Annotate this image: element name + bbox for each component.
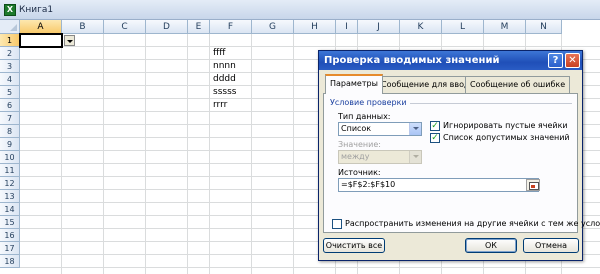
settings-panel: Условие проверки Тип данных: Список ✓ Иг… <box>323 93 600 233</box>
source-label: Источник: <box>338 168 381 177</box>
row-header-18[interactable]: 18 <box>0 255 20 268</box>
apply-all-checkbox[interactable] <box>332 219 342 229</box>
column-header-l[interactable]: L <box>442 20 484 34</box>
column-header-j[interactable]: J <box>358 20 400 34</box>
row-header-17[interactable]: 17 <box>0 242 20 255</box>
validation-criteria-label: Условие проверки <box>330 98 410 107</box>
group-divider <box>394 103 572 104</box>
column-header-a[interactable]: A <box>20 20 62 34</box>
cancel-button[interactable]: Отмена <box>523 238 579 253</box>
chevron-down-icon <box>409 151 421 163</box>
row-header-11[interactable]: 11 <box>0 164 20 177</box>
column-header-k[interactable]: K <box>400 20 442 34</box>
data-type-label: Тип данных: <box>338 112 391 121</box>
data-validation-dialog: Проверка вводимых значений ? ✕ Параметры… <box>318 50 600 261</box>
row-header-8[interactable]: 8 <box>0 125 20 138</box>
dialog-title: Проверка вводимых значений <box>324 55 500 66</box>
ignore-blank-label: Игнорировать пустые ячейки <box>443 121 568 130</box>
column-header-f[interactable]: F <box>210 20 252 34</box>
data-type-value: Список <box>341 124 372 133</box>
row-header-2[interactable]: 2 <box>0 47 20 60</box>
in-cell-dropdown-checkbox[interactable]: ✓ <box>430 133 440 143</box>
cell-f6[interactable]: rrrr <box>211 99 227 112</box>
gridline <box>61 34 62 274</box>
column-header-b[interactable]: B <box>62 20 104 34</box>
column-header-m[interactable]: M <box>484 20 526 34</box>
chevron-down-icon[interactable] <box>409 123 421 135</box>
column-header-n[interactable]: N <box>526 20 562 34</box>
source-value: =$F$2:$F$10 <box>341 180 396 189</box>
tab-settings[interactable]: Параметры <box>325 74 383 94</box>
column-header-e[interactable]: E <box>188 20 210 34</box>
dialog-titlebar[interactable]: Проверка вводимых значений ? ✕ <box>319 51 582 70</box>
cell-f4[interactable]: dddd <box>211 73 236 86</box>
clear-all-button[interactable]: Очистить все <box>323 238 385 253</box>
workbook-titlebar: X Книга1 <box>0 0 600 20</box>
column-header-c[interactable]: C <box>104 20 146 34</box>
row-header-3[interactable]: 3 <box>0 60 20 73</box>
row-header-13[interactable]: 13 <box>0 190 20 203</box>
gridline <box>20 46 600 47</box>
data-type-select[interactable]: Список <box>338 122 422 136</box>
cell-f3[interactable]: nnnn <box>211 60 236 73</box>
gridline <box>103 34 104 274</box>
tab-error-alert[interactable]: Сообщение об ошибке <box>465 76 571 93</box>
active-cell-a1[interactable] <box>19 33 63 48</box>
workbook-title: Книга1 <box>19 4 54 15</box>
row-header-14[interactable]: 14 <box>0 203 20 216</box>
cell-f5[interactable]: sssss <box>211 86 236 99</box>
column-header-g[interactable]: G <box>252 20 294 34</box>
ignore-blank-checkbox[interactable]: ✓ <box>430 121 440 131</box>
gridline <box>209 34 210 274</box>
row-header-10[interactable]: 10 <box>0 151 20 164</box>
excel-icon: X <box>4 3 16 16</box>
collapse-dialog-icon[interactable] <box>526 179 540 191</box>
ok-button[interactable]: ОК <box>465 238 517 253</box>
gridline <box>145 34 146 274</box>
help-button[interactable]: ? <box>548 53 563 68</box>
column-header-h[interactable]: H <box>294 20 336 34</box>
value-select-value: между <box>341 152 370 161</box>
tab-input-message[interactable]: Сообщение для ввода <box>376 76 480 93</box>
row-header-16[interactable]: 16 <box>0 229 20 242</box>
validation-dropdown-arrow-icon[interactable] <box>64 35 75 46</box>
source-input[interactable]: =$F$2:$F$10 <box>338 178 539 192</box>
gridline <box>20 267 600 268</box>
row-header-6[interactable]: 6 <box>0 99 20 112</box>
column-header-i[interactable]: I <box>336 20 358 34</box>
close-button[interactable]: ✕ <box>565 53 580 68</box>
row-header-9[interactable]: 9 <box>0 138 20 151</box>
in-cell-dropdown-label: Список допустимых значений <box>443 133 570 142</box>
column-header-d[interactable]: D <box>146 20 188 34</box>
select-all-corner[interactable] <box>0 20 20 34</box>
row-header-4[interactable]: 4 <box>0 73 20 86</box>
value-select: между <box>338 150 422 164</box>
value-label: Значение: <box>338 140 381 149</box>
row-header-15[interactable]: 15 <box>0 216 20 229</box>
cell-f2[interactable]: ffff <box>211 47 225 60</box>
apply-all-label: Распространить изменения на другие ячейк… <box>345 219 600 228</box>
gridline <box>187 34 188 274</box>
gridline <box>251 34 252 274</box>
row-header-5[interactable]: 5 <box>0 86 20 99</box>
row-header-7[interactable]: 7 <box>0 112 20 125</box>
row-header-12[interactable]: 12 <box>0 177 20 190</box>
gridline <box>293 34 294 274</box>
row-header-1[interactable]: 1 <box>0 34 20 47</box>
